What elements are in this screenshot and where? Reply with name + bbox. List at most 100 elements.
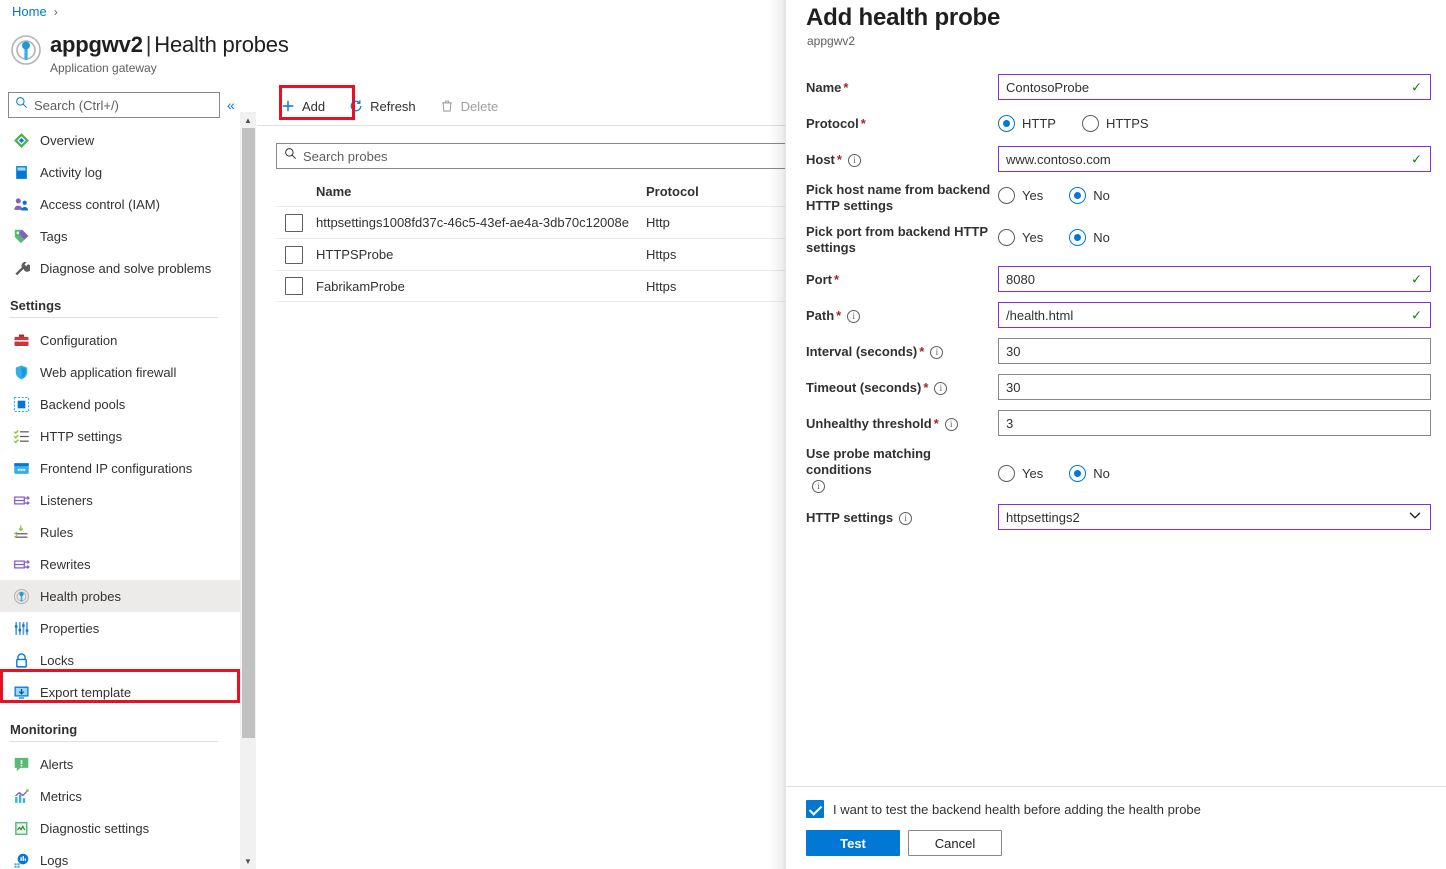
row-checkbox[interactable] bbox=[285, 213, 303, 232]
radio-pick-host-no[interactable]: No bbox=[1069, 186, 1110, 204]
timeout-input-wrapper[interactable] bbox=[998, 374, 1431, 400]
sidebar-item-label: Alerts bbox=[40, 756, 74, 772]
row-select-cell bbox=[276, 213, 316, 232]
info-icon[interactable]: i bbox=[899, 511, 913, 525]
radio-probe-matching-no[interactable]: No bbox=[1069, 464, 1110, 482]
label-http-settings: HTTP settings i bbox=[806, 504, 998, 526]
interval-input-wrapper[interactable] bbox=[998, 338, 1431, 364]
sidebar-item-health-probes[interactable]: Health probes bbox=[0, 580, 240, 612]
breadcrumb-home[interactable]: Home bbox=[12, 4, 47, 19]
info-icon[interactable]: i bbox=[944, 417, 958, 431]
field-row-protocol: Protocol * HTTP HTTPS bbox=[806, 110, 1431, 136]
sidebar-item-frontend-ip[interactable]: Frontend IP configurations bbox=[0, 452, 240, 484]
info-icon[interactable]: i bbox=[847, 309, 861, 323]
sidebar-item-label: Diagnose and solve problems bbox=[40, 260, 212, 276]
label-protocol-text: Protocol bbox=[806, 116, 859, 131]
label-host: Host * i bbox=[806, 146, 998, 168]
cancel-button[interactable]: Cancel bbox=[908, 830, 1002, 856]
field-row-timeout: Timeout (seconds) * i bbox=[806, 374, 1431, 400]
scroll-up-icon[interactable]: ▲ bbox=[240, 112, 256, 128]
host-input[interactable] bbox=[1006, 151, 1404, 167]
sidebar-item-waf[interactable]: Web application firewall bbox=[0, 356, 240, 388]
sidebar-search-input[interactable] bbox=[34, 97, 210, 113]
radio-protocol-http[interactable]: HTTP bbox=[998, 114, 1056, 132]
name-input-wrapper[interactable]: ✓ bbox=[998, 74, 1431, 100]
required-marker: * bbox=[843, 80, 849, 95]
radio-pick-port-yes[interactable]: Yes bbox=[998, 228, 1043, 246]
test-button[interactable]: Test bbox=[806, 830, 900, 856]
unhealthy-threshold-input-wrapper[interactable] bbox=[998, 410, 1431, 436]
sidebar-item-locks[interactable]: Locks bbox=[0, 644, 240, 676]
sidebar-item-listeners[interactable]: Listeners bbox=[0, 484, 240, 516]
collapse-sidebar-icon[interactable]: « bbox=[227, 98, 235, 112]
sidebar-item-configuration[interactable]: Configuration bbox=[0, 324, 240, 356]
sidebar-item-overview[interactable]: Overview bbox=[0, 124, 240, 156]
panel-shadow bbox=[769, 0, 785, 869]
listeners-icon bbox=[13, 492, 30, 509]
radio-circle-selected-icon bbox=[1069, 228, 1087, 246]
page-title-separator: | bbox=[145, 32, 152, 57]
sidebar-item-metrics[interactable]: Metrics bbox=[0, 780, 240, 812]
sidebar-item-rewrites[interactable]: Rewrites bbox=[0, 548, 240, 580]
sidebar-item-tags[interactable]: Tags bbox=[0, 220, 240, 252]
sidebar-item-label: Configuration bbox=[40, 332, 118, 348]
sidebar-scrollbar-thumb[interactable] bbox=[242, 128, 255, 738]
logs-icon bbox=[13, 852, 30, 869]
info-icon[interactable]: i bbox=[930, 345, 944, 359]
info-icon[interactable]: i bbox=[812, 479, 825, 493]
sidebar-item-http-settings[interactable]: HTTP settings bbox=[0, 420, 240, 452]
test-backend-checkbox[interactable] bbox=[806, 800, 824, 818]
sidebar-item-diagnose[interactable]: Diagnose and solve problems bbox=[0, 252, 240, 284]
host-input-wrapper[interactable]: ✓ bbox=[998, 146, 1431, 172]
sidebar-item-label: Diagnostic settings bbox=[40, 820, 150, 836]
port-input-wrapper[interactable]: ✓ bbox=[998, 266, 1431, 292]
cell-name: FabrikamProbe bbox=[316, 278, 405, 294]
sidebar-item-rules[interactable]: Rules bbox=[0, 516, 240, 548]
test-backend-checkbox-row[interactable]: I want to test the backend health before… bbox=[806, 800, 1426, 818]
row-checkbox[interactable] bbox=[285, 245, 303, 264]
port-input[interactable] bbox=[1006, 271, 1404, 287]
label-interval-text: Interval (seconds) bbox=[806, 344, 918, 359]
sidebar-item-diagnostic-settings[interactable]: Diagnostic settings bbox=[0, 812, 240, 844]
row-select-cell bbox=[276, 277, 316, 295]
radio-protocol-https[interactable]: HTTPS bbox=[1081, 114, 1149, 132]
sidebar-item-activity-log[interactable]: Activity log bbox=[0, 156, 240, 188]
http-settings-icon bbox=[13, 428, 30, 445]
chevron-down-icon bbox=[1409, 512, 1421, 523]
page-subtitle: Application gateway bbox=[50, 61, 157, 75]
sidebar-item-backend-pools[interactable]: Backend pools bbox=[0, 388, 240, 420]
sidebar-item-export-template[interactable]: Export template bbox=[0, 676, 240, 708]
timeout-input[interactable] bbox=[1006, 379, 1404, 395]
sidebar-item-access-control[interactable]: Access control (IAM) bbox=[0, 188, 240, 220]
label-port-text: Port bbox=[806, 272, 832, 287]
sidebar-item-label: Properties bbox=[40, 620, 100, 636]
sidebar-item-logs[interactable]: Logs bbox=[0, 844, 240, 869]
sidebar-search-box[interactable] bbox=[8, 92, 220, 118]
radio-pick-port-no[interactable]: No bbox=[1069, 228, 1110, 246]
interval-input[interactable] bbox=[1006, 343, 1404, 359]
add-button[interactable]: Add bbox=[271, 91, 335, 121]
refresh-button[interactable]: Refresh bbox=[339, 91, 426, 121]
sidebar-item-label: Rules bbox=[40, 524, 74, 540]
cell-name: HTTPSProbe bbox=[316, 247, 394, 262]
row-checkbox[interactable] bbox=[285, 277, 303, 295]
http-settings-dropdown[interactable] bbox=[998, 504, 1431, 530]
sidebar-group-settings: Settings bbox=[10, 298, 62, 313]
name-input[interactable] bbox=[1006, 79, 1404, 95]
delete-button-label: Delete bbox=[460, 98, 499, 114]
path-input-wrapper[interactable]: ✓ bbox=[998, 302, 1431, 328]
field-row-port: Port* ✓ bbox=[806, 266, 1431, 292]
sidebar-item-properties[interactable]: Properties bbox=[0, 612, 240, 644]
add-button-label: Add bbox=[302, 98, 326, 114]
scroll-down-icon[interactable]: ▼ bbox=[240, 853, 256, 869]
http-settings-value[interactable] bbox=[1006, 509, 1404, 525]
column-header-name[interactable]: Name bbox=[316, 184, 646, 199]
sidebar-scrollbar[interactable]: ▲ ▼ bbox=[240, 112, 256, 869]
sidebar-item-alerts[interactable]: Alerts bbox=[0, 748, 240, 780]
info-icon[interactable]: i bbox=[934, 381, 948, 395]
radio-pick-host-yes[interactable]: Yes bbox=[998, 186, 1043, 204]
radio-probe-matching-yes[interactable]: Yes bbox=[998, 464, 1043, 482]
path-input[interactable] bbox=[1006, 307, 1404, 323]
info-icon[interactable]: i bbox=[847, 153, 861, 167]
unhealthy-threshold-input[interactable] bbox=[1006, 415, 1404, 431]
